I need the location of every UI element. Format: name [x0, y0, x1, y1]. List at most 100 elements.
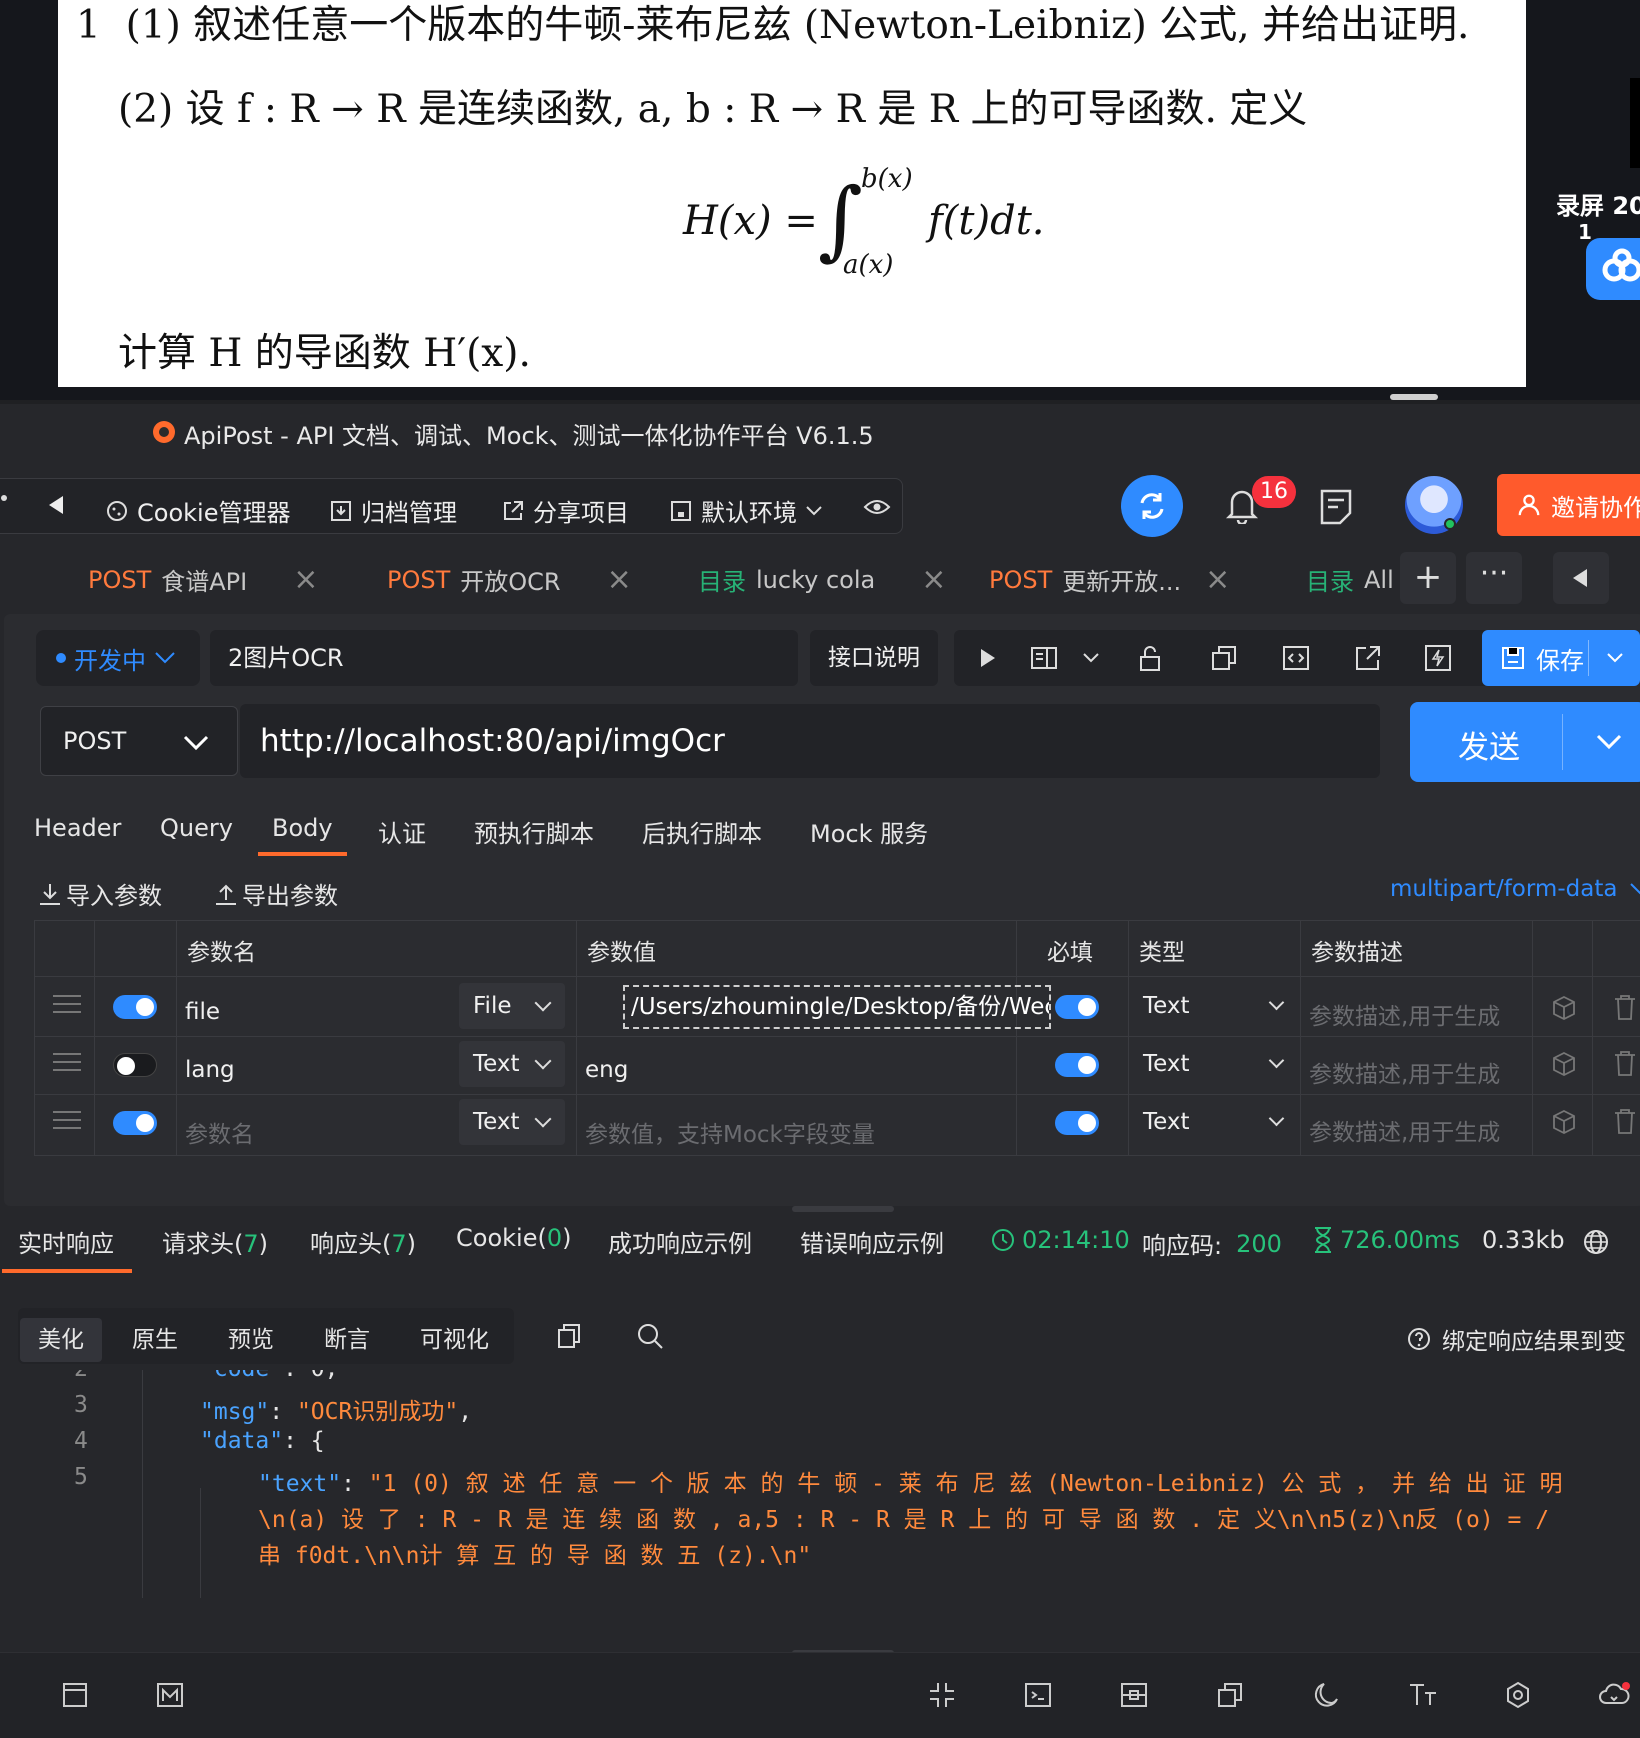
cube-icon[interactable] — [1551, 1109, 1577, 1135]
add-tab-button[interactable]: + — [1400, 552, 1456, 604]
url-input[interactable] — [240, 704, 1380, 778]
collapse-icon[interactable] — [928, 1681, 956, 1709]
view-beautify[interactable]: 美化 — [20, 1318, 102, 1362]
send-button[interactable]: 发送 — [1410, 702, 1640, 782]
search-icon[interactable] — [636, 1322, 664, 1350]
collapse-left-icon[interactable] — [49, 496, 63, 514]
drag-handle-icon[interactable] — [53, 1111, 81, 1129]
required-toggle[interactable] — [1055, 1111, 1099, 1135]
import-params-button[interactable]: 导入参数 — [38, 876, 162, 911]
tab-response-headers[interactable]: 响应头(7) — [310, 1224, 416, 1259]
tab-header[interactable]: Header — [34, 814, 121, 842]
font-size-icon[interactable] — [1408, 1681, 1438, 1709]
request-name-input[interactable] — [210, 630, 798, 686]
sync-button[interactable] — [1121, 475, 1183, 537]
console-icon[interactable] — [1024, 1681, 1052, 1709]
eye-icon[interactable] — [863, 497, 891, 517]
type-select[interactable]: Text — [1143, 1051, 1190, 1077]
tab-pre-script[interactable]: 预执行脚本 — [474, 814, 594, 849]
file-path-input[interactable]: /Users/zhoumingle/Desktop/备份/Wech — [623, 985, 1051, 1029]
param-name[interactable]: file — [185, 999, 220, 1025]
param-value-input[interactable]: 参数值，支持Mock字段变量 — [585, 1115, 875, 1149]
param-name-input[interactable]: 参数名 — [185, 1115, 254, 1149]
globe-icon[interactable] — [1582, 1228, 1610, 1256]
bind-response-variable[interactable]: 绑定响应结果到变 — [1406, 1322, 1626, 1356]
share-icon[interactable] — [1354, 644, 1382, 672]
tab-mock[interactable]: Mock 服务 — [810, 814, 928, 849]
param-desc-input[interactable]: 参数描述,用于生成 — [1309, 1055, 1500, 1089]
cloud-sync-icon[interactable] — [1598, 1681, 1630, 1709]
drag-handle-icon[interactable] — [53, 995, 81, 1013]
chevron-down-icon[interactable] — [1606, 652, 1624, 664]
tab-request-headers[interactable]: 请求头(7) — [162, 1224, 268, 1259]
param-desc-input[interactable]: 参数描述,用于生成 — [1309, 997, 1500, 1031]
cube-icon[interactable] — [1551, 995, 1577, 1021]
status-select[interactable]: 开发中 — [36, 630, 200, 686]
moon-icon[interactable] — [1312, 1681, 1340, 1709]
environment-select[interactable]: 默认环境 — [669, 493, 823, 528]
tab-lucky-cola[interactable]: 目录 lucky cola × — [698, 562, 946, 597]
tab-live-response[interactable]: 实时响应 — [2, 1224, 132, 1273]
markdown-icon[interactable] — [156, 1681, 184, 1709]
param-desc-input[interactable]: 参数描述,用于生成 — [1309, 1113, 1500, 1147]
tab-post-script[interactable]: 后执行脚本 — [642, 814, 762, 849]
enable-toggle[interactable] — [113, 1053, 157, 1077]
api-doc-button[interactable]: 接口说明 — [810, 630, 938, 686]
type-select[interactable]: Text — [1143, 993, 1190, 1019]
cloud-app-icon[interactable] — [1586, 238, 1640, 300]
notes-icon[interactable] — [1318, 488, 1354, 526]
tab-query[interactable]: Query — [160, 814, 233, 842]
required-toggle[interactable] — [1055, 995, 1099, 1019]
required-toggle[interactable] — [1055, 1053, 1099, 1077]
code-icon[interactable] — [1282, 644, 1310, 672]
duplicate-icon[interactable] — [1216, 1681, 1244, 1709]
window-icon[interactable] — [62, 1681, 88, 1709]
tab-all[interactable]: 目录 All — [1306, 562, 1394, 597]
chevron-down-icon[interactable] — [1596, 734, 1622, 750]
view-raw[interactable]: 原生 — [114, 1318, 196, 1362]
doc-scrollbar[interactable] — [1390, 394, 1438, 400]
param-kind-select[interactable]: Text — [459, 1041, 565, 1087]
method-select[interactable]: POST — [40, 706, 238, 776]
copy-icon[interactable] — [1210, 644, 1238, 672]
type-select[interactable]: Text — [1143, 1109, 1190, 1135]
tab-open-ocr[interactable]: POST 开放OCR × — [387, 562, 632, 597]
view-assert[interactable]: 断言 — [306, 1318, 388, 1362]
tab-update-open[interactable]: POST 更新开放... × — [989, 562, 1230, 597]
view-preview[interactable]: 预览 — [210, 1318, 292, 1362]
flash-icon[interactable] — [1424, 644, 1452, 672]
layout-icon[interactable] — [1030, 644, 1058, 672]
save-button[interactable]: 保存 — [1482, 630, 1640, 686]
copy-icon[interactable] — [556, 1322, 582, 1350]
trash-icon[interactable] — [1613, 993, 1637, 1021]
param-kind-select[interactable]: Text — [459, 1099, 565, 1145]
view-visualize[interactable]: 可视化 — [402, 1318, 507, 1362]
invite-collaborate-button[interactable]: 邀请协作 — [1497, 474, 1640, 536]
cube-icon[interactable] — [1551, 1051, 1577, 1077]
enable-toggle[interactable] — [113, 995, 157, 1019]
close-icon[interactable]: × — [607, 562, 632, 597]
tab-success-example[interactable]: 成功响应示例 — [608, 1224, 752, 1259]
param-kind-select[interactable]: File — [459, 983, 565, 1029]
content-type-select[interactable]: multipart/form-data — [1390, 876, 1640, 902]
settings-icon[interactable] — [1504, 1681, 1532, 1709]
close-icon[interactable]: × — [293, 562, 318, 597]
close-icon[interactable]: × — [921, 562, 946, 597]
chevron-down-icon[interactable] — [1082, 652, 1100, 664]
more-tabs-button[interactable]: ··· — [1466, 552, 1522, 604]
split-view-icon[interactable] — [1120, 1681, 1148, 1709]
tab-body[interactable]: Body — [258, 814, 347, 856]
cookie-manager-button[interactable]: Cookie管理器 — [105, 493, 290, 528]
tab-error-example[interactable]: 错误响应示例 — [800, 1224, 944, 1259]
scroll-tabs-left-button[interactable] — [1553, 552, 1609, 604]
param-name[interactable]: lang — [185, 1057, 235, 1083]
trash-icon[interactable] — [1613, 1107, 1637, 1135]
tab-auth[interactable]: 认证 — [378, 814, 426, 849]
close-icon[interactable]: × — [1205, 562, 1230, 597]
run-icon[interactable] — [976, 644, 1000, 672]
tab-cookie[interactable]: Cookie(0) — [456, 1224, 571, 1252]
tab-recipe-api[interactable]: POST 食谱API × — [88, 562, 318, 597]
trash-icon[interactable] — [1613, 1049, 1637, 1077]
export-params-button[interactable]: 导出参数 — [214, 876, 338, 911]
drag-handle-icon[interactable] — [53, 1053, 81, 1071]
